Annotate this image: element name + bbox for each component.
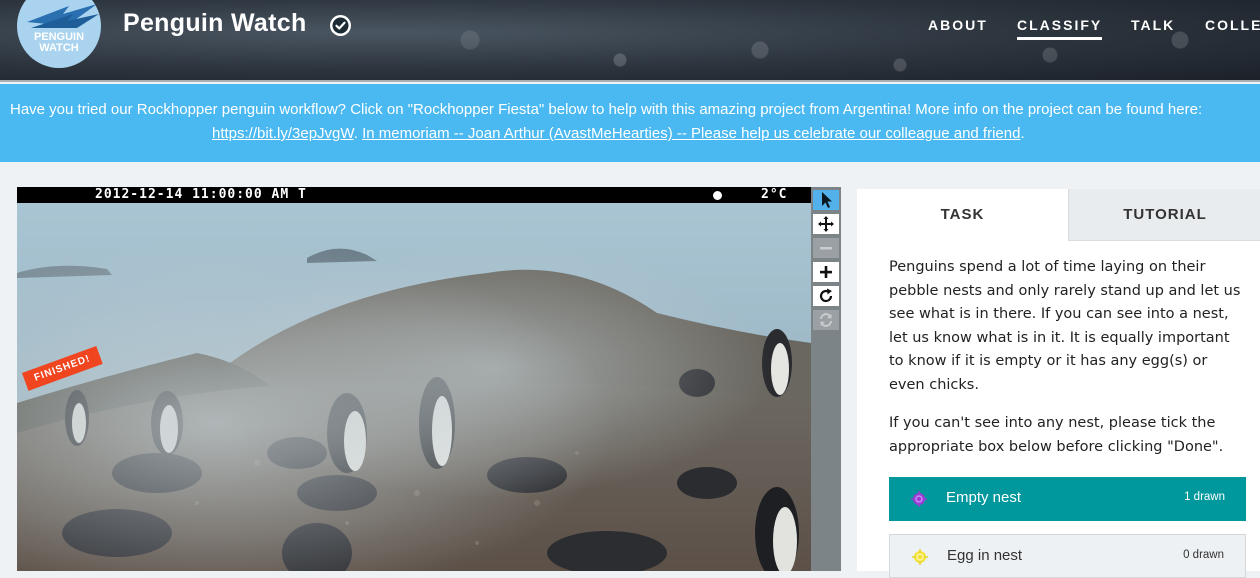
pointer-arrow-icon: [822, 192, 832, 208]
camera-info-strip: 2012-12-14 11:00:00 AM T 2°C: [17, 187, 811, 203]
tab-tutorial[interactable]: TUTORIAL: [1068, 189, 1260, 241]
nav-classify[interactable]: CLASSIFY: [1017, 17, 1103, 40]
bitly-link[interactable]: https://bit.ly/3epJvgW: [212, 125, 354, 142]
announcement-links: https://bit.ly/3epJvgW. In memoriam -- J…: [212, 122, 1025, 146]
announcement-end: .: [1020, 125, 1025, 142]
penguin-colony-image[interactable]: [17, 203, 811, 571]
verified-badge-icon: [330, 15, 351, 36]
memoriam-link[interactable]: In memoriam -- Joan Arthur (AvastMeHeart…: [362, 125, 1020, 142]
instructions-paragraph-1: Penguins spend a lot of time laying on t…: [889, 259, 1241, 393]
logo-text-line2: WATCH: [39, 42, 79, 54]
camera-timestamp: 2012-12-14 11:00:00 AM T: [95, 187, 307, 202]
move-cross-icon: [818, 216, 834, 232]
project-header: PENGUIN WATCH Penguin Watch ABOUT CLASSI…: [0, 0, 1260, 82]
reset-icon: [820, 313, 832, 327]
header-divider: [0, 80, 1260, 82]
instructions-paragraph-2: If you can't see into any nest, please t…: [889, 415, 1224, 455]
tool-count-egg-in-nest: 0 drawn: [1183, 549, 1224, 561]
moon-phase-icon: [713, 191, 722, 200]
project-title[interactable]: Penguin Watch: [123, 9, 307, 38]
rotate-button[interactable]: [813, 286, 839, 306]
zoom-out-button[interactable]: [813, 238, 839, 258]
tool-count-empty-nest: 1 drawn: [1184, 491, 1225, 503]
nav-collect[interactable]: COLLECT: [1205, 17, 1260, 33]
reset-view-button[interactable]: [813, 310, 839, 330]
tool-option-egg-in-nest[interactable]: Egg in nest 0 drawn: [889, 534, 1246, 578]
nav-about[interactable]: ABOUT: [928, 17, 988, 33]
zoom-in-button[interactable]: [813, 262, 839, 282]
tool-label-egg-in-nest: Egg in nest: [947, 547, 1023, 564]
minus-icon: [820, 247, 832, 250]
crosshair-marker-icon: [912, 549, 928, 565]
crosshair-marker-icon: [911, 491, 927, 507]
penguin-watch-logo[interactable]: PENGUIN WATCH: [17, 0, 101, 68]
subject-viewer[interactable]: 2012-12-14 11:00:00 AM T 2°C FINISHED!: [17, 187, 811, 571]
tool-label-empty-nest: Empty nest: [946, 489, 1022, 506]
tab-task[interactable]: TASK: [857, 189, 1068, 240]
rotate-icon: [819, 288, 833, 303]
task-instructions: Penguins spend a lot of time laying on t…: [889, 256, 1244, 474]
announcement-separator: .: [353, 125, 358, 142]
annotate-tool-button[interactable]: [813, 190, 839, 210]
nav-talk[interactable]: TALK: [1131, 17, 1175, 33]
announcement-banner: Have you tried our Rockhopper penguin wo…: [0, 84, 1260, 162]
viewer-toolbar: [811, 187, 841, 571]
task-panel: TASK TUTORIAL Penguins spend a lot of ti…: [857, 189, 1260, 578]
announcement-text: Have you tried our Rockhopper penguin wo…: [10, 101, 1203, 118]
tool-option-empty-nest[interactable]: Empty nest 1 drawn: [889, 477, 1246, 521]
move-tool-button[interactable]: [813, 214, 839, 234]
plus-icon: [820, 266, 832, 278]
camera-temperature: 2°C: [761, 187, 788, 202]
